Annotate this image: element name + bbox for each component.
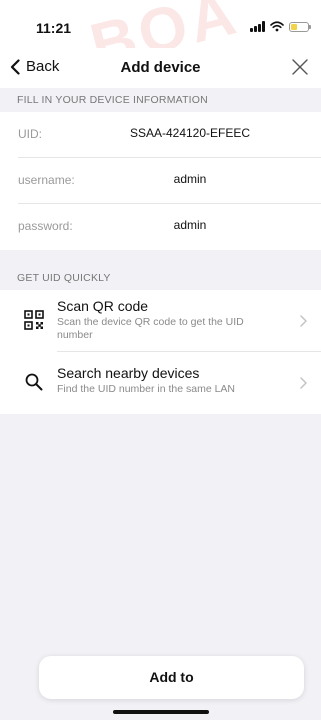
section-header-get-uid: GET UID QUICKLY [0,266,321,290]
battery-level [291,23,297,30]
uid-value[interactable]: SSAA-424120-EFEEC [0,126,321,140]
search-nearby-title: Search nearby devices [57,365,200,381]
status-icons [250,21,311,32]
close-icon[interactable] [289,56,311,78]
search-icon [25,373,43,391]
device-info-form: UID: SSAA-424120-EFEEC username: admin p… [0,112,321,250]
get-uid-options: Scan QR code Scan the device QR code to … [0,290,321,414]
search-nearby-devices-item[interactable]: Search nearby devices Find the UID numbe… [0,352,321,414]
status-bar: 11:21 [0,0,321,48]
username-value[interactable]: admin [0,172,321,186]
password-row[interactable]: password: admin [0,204,321,250]
scan-qr-code-item[interactable]: Scan QR code Scan the device QR code to … [0,290,321,352]
add-to-button[interactable]: Add to [39,656,304,699]
username-row[interactable]: username: admin [0,158,321,204]
signal-bars-icon [250,21,265,32]
status-time: 11:21 [36,20,72,36]
home-indicator[interactable] [113,710,209,714]
uid-row[interactable]: UID: SSAA-424120-EFEEC [0,112,321,158]
section-header-device-info: FILL IN YOUR DEVICE INFORMATION [0,88,321,112]
search-nearby-description: Find the UID number in the same LAN [57,383,235,395]
qr-code-icon [24,310,44,330]
password-value[interactable]: admin [0,218,321,232]
page-title: Add device [120,59,201,76]
nav-bar: Back Add device [0,48,321,88]
scan-qr-description: Scan the device QR code to get the UID n… [57,316,244,341]
battery-low-icon [289,21,311,32]
wifi-icon [270,21,284,32]
chevron-right-icon [300,377,307,389]
scan-qr-title: Scan QR code [57,298,149,314]
chevron-right-icon [300,315,307,327]
